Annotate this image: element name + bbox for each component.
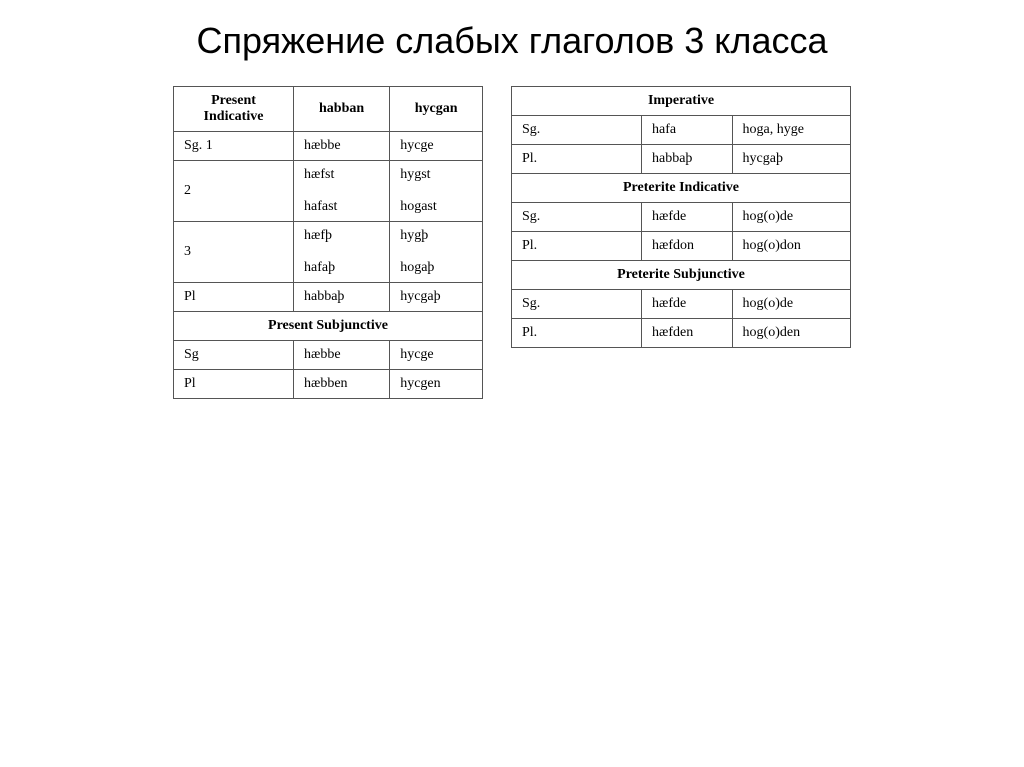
cell-3-habban: hæfþhafaþ (294, 222, 390, 283)
table-row: Sg. hafa hoga, hyge (512, 116, 851, 145)
row-label-subj-pl: Pl (174, 370, 294, 399)
row-label-imp-pl: Pl. (512, 145, 642, 174)
row-label-pret-ind-pl: Pl. (512, 232, 642, 261)
preterite-indicative-header: Preterite Indicative (512, 174, 851, 203)
cell-subj-pl-hycgan: hycgen (390, 370, 483, 399)
table-row: Sg. 1 hæbbe hycge (174, 132, 483, 161)
table-row: Pl hæbben hycgen (174, 370, 483, 399)
cell-imp-sg-hycgan: hoga, hyge (732, 116, 850, 145)
table-row: Present Indicative habban hycgan (174, 87, 483, 132)
row-label-pret-subj-pl: Pl. (512, 319, 642, 348)
imperative-header: Imperative (512, 87, 851, 116)
table-row: Sg hæbbe hycge (174, 341, 483, 370)
cell-subj-pl-habban: hæbben (294, 370, 390, 399)
tables-wrapper: Present Indicative habban hycgan Sg. 1 h… (173, 86, 851, 399)
cell-pret-subj-sg-habban: hæfde (642, 290, 733, 319)
row-label-pret-subj-sg: Sg. (512, 290, 642, 319)
cell-sg1-habban: hæbbe (294, 132, 390, 161)
row-label-2: 2 (174, 161, 294, 222)
cell-pl-habban: habbaþ (294, 283, 390, 312)
cell-sg1-hycgan: hycge (390, 132, 483, 161)
table-row: Imperative (512, 87, 851, 116)
col-header-habban: habban (294, 87, 390, 132)
left-table: Present Indicative habban hycgan Sg. 1 h… (173, 86, 483, 399)
cell-imp-pl-habban: habbaþ (642, 145, 733, 174)
cell-pret-ind-sg-habban: hæfde (642, 203, 733, 232)
cell-pret-ind-sg-hycgan: hog(o)de (732, 203, 850, 232)
table-row: 2 hæfsthafast hygsthogast (174, 161, 483, 222)
cell-pret-subj-sg-hycgan: hog(o)de (732, 290, 850, 319)
table-row: Pl. hæfden hog(o)den (512, 319, 851, 348)
row-label-subj-sg: Sg (174, 341, 294, 370)
cell-2-hycgan: hygsthogast (390, 161, 483, 222)
cell-imp-sg-habban: hafa (642, 116, 733, 145)
table-row: Preterite Indicative (512, 174, 851, 203)
cell-pl-hycgan: hycgaþ (390, 283, 483, 312)
row-label-sg1: Sg. 1 (174, 132, 294, 161)
cell-3-hycgan: hygþhogaþ (390, 222, 483, 283)
col-header-hycgan: hycgan (390, 87, 483, 132)
row-label-pret-ind-sg: Sg. (512, 203, 642, 232)
cell-imp-pl-hycgan: hycgaþ (732, 145, 850, 174)
table-row: Pl. habbaþ hycgaþ (512, 145, 851, 174)
right-table: Imperative Sg. hafa hoga, hyge Pl. habba… (511, 86, 851, 348)
col-header-indicative: Present Indicative (174, 87, 294, 132)
table-row: Sg. hæfde hog(o)de (512, 203, 851, 232)
cell-pret-ind-pl-habban: hæfdon (642, 232, 733, 261)
cell-pret-subj-pl-hycgan: hog(o)den (732, 319, 850, 348)
present-subjunctive-header: Present Subjunctive (174, 312, 483, 341)
preterite-subjunctive-header: Preterite Subjunctive (512, 261, 851, 290)
cell-pret-subj-pl-habban: hæfden (642, 319, 733, 348)
table-row: Present Subjunctive (174, 312, 483, 341)
table-row: Sg. hæfde hog(o)de (512, 290, 851, 319)
row-label-3: 3 (174, 222, 294, 283)
cell-subj-sg-hycgan: hycge (390, 341, 483, 370)
table-row: Preterite Subjunctive (512, 261, 851, 290)
table-row: Pl habbaþ hycgaþ (174, 283, 483, 312)
page-title: Спряжение слабых глаголов 3 класса (197, 20, 828, 62)
table-row: Pl. hæfdon hog(o)don (512, 232, 851, 261)
table-row: 3 hæfþhafaþ hygþhogaþ (174, 222, 483, 283)
cell-2-habban: hæfsthafast (294, 161, 390, 222)
row-label-imp-sg: Sg. (512, 116, 642, 145)
cell-subj-sg-habban: hæbbe (294, 341, 390, 370)
row-label-pl: Pl (174, 283, 294, 312)
cell-pret-ind-pl-hycgan: hog(o)don (732, 232, 850, 261)
